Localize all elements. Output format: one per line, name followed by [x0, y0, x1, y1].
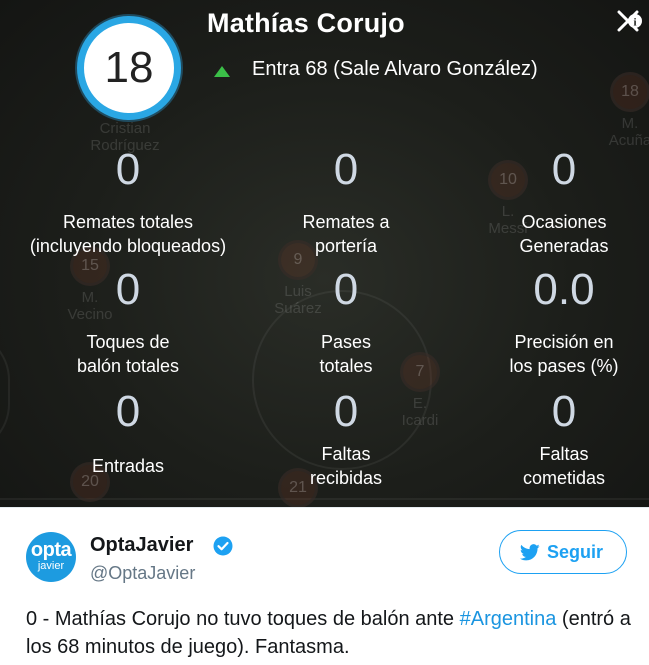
stat-total-passes: 0 Pases totales — [226, 268, 466, 378]
twitter-bird-icon — [520, 544, 540, 561]
account-handle[interactable]: @OptaJavier — [90, 563, 195, 584]
substitution-in-arrow-icon — [214, 66, 230, 77]
hashtag-link[interactable]: #Argentina — [460, 608, 557, 630]
stat-label: recibidas — [309, 468, 383, 488]
verified-badge-icon — [213, 536, 233, 556]
player-number-badge: 18 — [77, 16, 181, 120]
stat-tackles: 0 Entradas — [8, 390, 248, 478]
stat-value: 0 — [115, 265, 141, 314]
stat-total-touches: 0 Toques de balón totales — [8, 268, 248, 378]
stat-value: 0 — [551, 145, 577, 194]
substitution-info: Entra 68 (Sale Alvaro González) — [252, 58, 538, 80]
player-name: Mathías Corujo — [207, 8, 405, 38]
follow-button-label: Seguir — [547, 542, 604, 562]
tweet-text-body: 0 - Mathías Corujo no tuvo toques de bal… — [26, 608, 460, 630]
stat-label: Remates a — [302, 212, 390, 232]
stat-label: totales — [319, 356, 373, 376]
background-player-number: 18 — [610, 72, 649, 112]
stat-value: 0.0 — [533, 265, 595, 314]
stat-label: Faltas — [321, 444, 371, 464]
stat-label: portería — [314, 236, 378, 256]
tweet-divider — [0, 507, 649, 508]
avatar[interactable]: opta javier — [26, 532, 76, 582]
background-player: 18 M. Acuña — [600, 72, 649, 149]
stat-chances-created: 0 Ocasiones Generadas — [444, 148, 649, 258]
background-player-name: Acuña — [608, 132, 649, 149]
stat-value: 0 — [551, 387, 577, 436]
stat-label: Toques de — [86, 332, 170, 352]
stat-label: balón totales — [76, 356, 180, 376]
stat-label: Ocasiones — [521, 212, 607, 232]
stat-label: Entradas — [91, 456, 165, 476]
stat-label: (incluyendo bloqueados) — [29, 236, 227, 256]
stat-label: Faltas — [539, 444, 589, 464]
stat-total-shots: 0 Remates totales (incluyendo bloqueados… — [8, 148, 248, 258]
background-player-name: Cristian — [99, 120, 151, 137]
stat-fouls-won: 0 Faltas recibidas — [226, 390, 466, 490]
info-close-icon[interactable]: i — [615, 8, 643, 34]
stat-value: 0 — [333, 265, 359, 314]
follow-button[interactable]: Seguir — [499, 530, 627, 574]
stat-value: 0 — [333, 387, 359, 436]
stat-label: Remates totales — [62, 212, 194, 232]
svg-text:i: i — [633, 17, 636, 29]
stat-label: cometidas — [522, 468, 606, 488]
stat-label: Precisión en — [514, 332, 614, 352]
stat-shots-on-target: 0 Remates a portería — [226, 148, 466, 258]
account-name[interactable]: OptaJavier — [90, 534, 193, 557]
player-stats-card: Cristian Rodríguez 18 M. Acuña 10 L. Mes… — [0, 0, 649, 507]
background-player-name: M. — [621, 115, 639, 132]
stat-value: 0 — [333, 145, 359, 194]
stat-value: 0 — [115, 387, 141, 436]
tweet-text: 0 - Mathías Corujo no tuvo toques de bal… — [26, 605, 636, 661]
avatar-logo-text: opta — [30, 539, 72, 561]
stat-fouls-committed: 0 Faltas cometidas — [444, 390, 649, 490]
stat-value: 0 — [115, 145, 141, 194]
stat-label: Generadas — [519, 236, 609, 256]
stat-label: los pases (%) — [509, 356, 619, 376]
stat-pass-accuracy: 0.0 Precisión en los pases (%) — [444, 268, 649, 378]
stat-label: Pases — [320, 332, 372, 352]
avatar-logo-text: javier — [37, 560, 65, 572]
